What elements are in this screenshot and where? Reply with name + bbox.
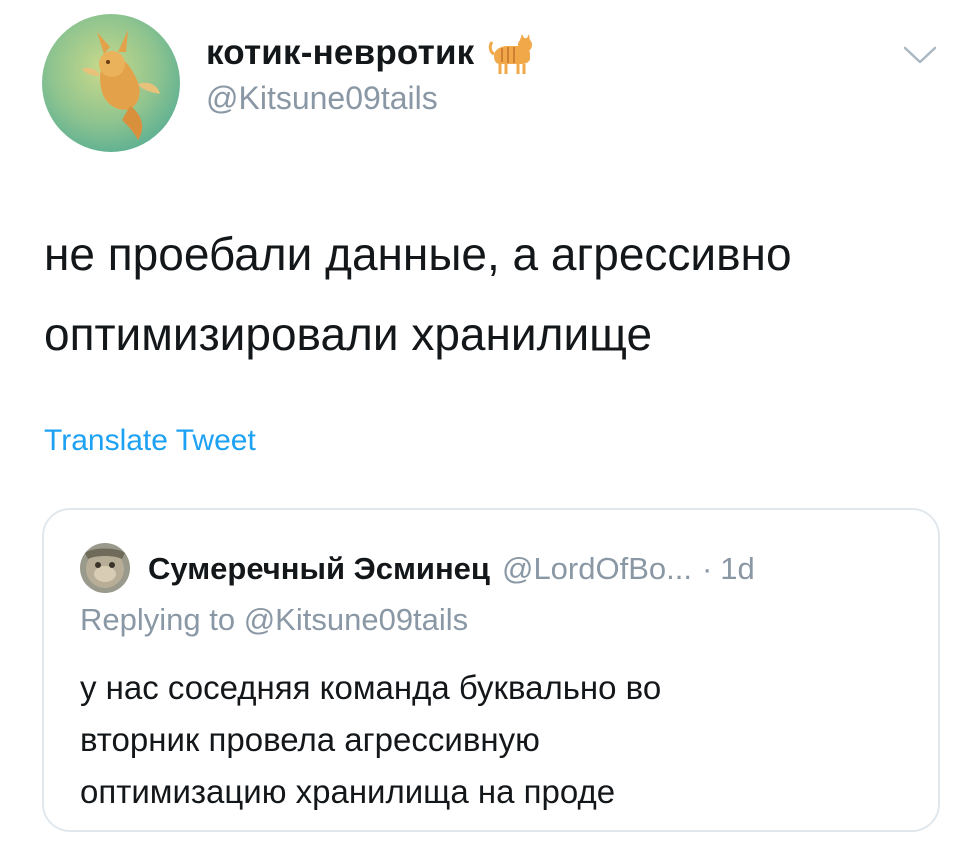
author-name-row[interactable]: котик-невротик (206, 28, 536, 78)
quoted-text-line: оптимизацию хранилища на проде (80, 773, 616, 810)
quoted-display-name[interactable]: Сумеречный Эсминец (148, 551, 490, 587)
quoted-handle[interactable]: @LordOfBo... (502, 551, 692, 587)
chevron-down-icon[interactable] (902, 44, 938, 66)
cat-emoji-icon (489, 34, 533, 74)
tweet-text-line: не проебали данные, а агрессивно (44, 228, 792, 280)
quoted-timestamp[interactable]: 1d (720, 551, 754, 587)
quoted-user-avatar[interactable] (80, 543, 130, 593)
tweet-text: не проебали данные, а агрессивно оптимиз… (44, 214, 944, 374)
quoted-text-line: у нас соседняя команда буквально во (80, 669, 662, 706)
fox-avatar-icon (42, 14, 180, 152)
quoted-tweet[interactable]: Сумеречный Эсминец @LordOfBo... · 1d Rep… (42, 508, 940, 832)
author-display-name[interactable]: котик-невротик (206, 33, 474, 73)
user-avatar[interactable] (42, 14, 180, 152)
translate-tweet-link[interactable]: Translate Tweet (44, 424, 256, 458)
header-separator: · (701, 551, 713, 586)
author-handle[interactable]: @Kitsune09tails (206, 80, 438, 117)
quoted-text-line: вторник провела агрессивную (80, 721, 540, 758)
replying-to: Replying to @Kitsune09tails (80, 602, 469, 637)
quoted-text: у нас соседняя команда буквально во втор… (80, 662, 920, 818)
tweet: котик-невротик @Kitsune09tails не проеба… (0, 0, 960, 841)
tweet-text-line: оптимизировали хранилище (44, 308, 653, 360)
ape-avatar-icon (80, 543, 130, 593)
quoted-header: Сумеречный Эсминец @LordOfBo... · 1d (148, 546, 755, 592)
